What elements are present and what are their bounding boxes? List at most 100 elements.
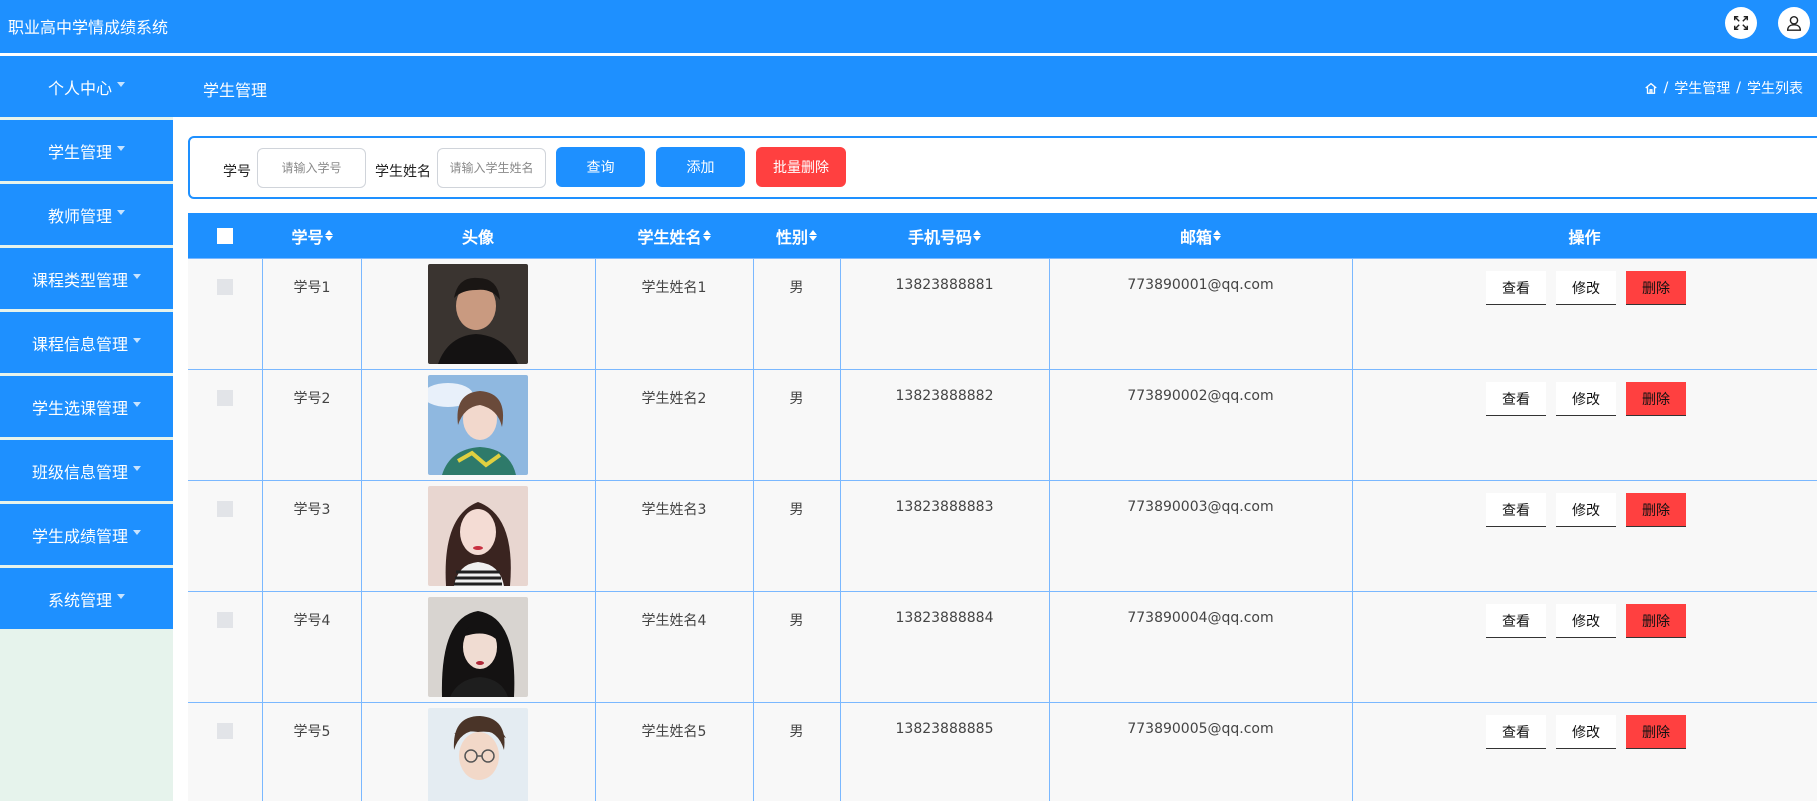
edit-button[interactable]: 修改 [1556,271,1616,305]
student-table: 学号 头像 学生姓名 性别 手机号码 邮箱 操作 学号1 学生姓名1 男 138… [188,213,1817,801]
email-cell: 773890002@qq.com [1127,388,1274,404]
view-button[interactable]: 查看 [1486,382,1546,416]
caret-down-icon [133,274,141,279]
avatar [428,375,528,475]
email-cell: 773890005@qq.com [1127,721,1274,737]
caret-down-icon [117,594,125,599]
view-button[interactable]: 查看 [1486,493,1546,527]
sidebar-item-grade-management[interactable]: 学生成绩管理 [0,504,173,565]
delete-button[interactable]: 删除 [1626,271,1686,305]
breadcrumb-bar: 学生管理 / 学生管理 / 学生列表 [173,56,1817,117]
view-button[interactable]: 查看 [1486,271,1546,305]
student-no-cell: 学号2 [293,391,331,407]
column-header-gender[interactable]: 性别 [753,213,840,258]
caret-down-icon [133,530,141,535]
sidebar-item-label: 课程类型管理 [31,270,128,290]
edit-button[interactable]: 修改 [1556,493,1616,527]
column-header-email[interactable]: 邮箱 [1049,213,1352,258]
phone-cell: 13823888882 [895,388,994,404]
student-no-cell: 学号5 [293,724,331,740]
add-button[interactable]: 添加 [656,147,745,187]
email-cell: 773890001@qq.com [1127,277,1274,293]
caret-down-icon [117,82,125,87]
sidebar-item-student-management[interactable]: 学生管理 [0,120,173,181]
query-button[interactable]: 查询 [556,147,645,187]
row-checkbox[interactable] [217,279,233,295]
column-divider [840,258,841,801]
avatar [428,708,528,801]
batch-delete-button[interactable]: 批量删除 [756,147,846,187]
delete-button[interactable]: 删除 [1626,715,1686,749]
column-header-student-name[interactable]: 学生姓名 [595,213,753,258]
sidebar-item-course-selection-management[interactable]: 学生选课管理 [0,376,173,437]
sidebar-item-label: 学生选课管理 [31,398,128,418]
select-all-checkbox[interactable] [217,228,233,244]
sidebar-item-class-info-management[interactable]: 班级信息管理 [0,440,173,501]
student-name-label: 学生姓名 [375,164,431,180]
caret-down-icon [133,338,141,343]
column-header-label: 头像 [461,227,494,247]
table-row: 学号5 学生姓名5 男 13823888885 773890005@qq.com… [188,702,1817,801]
student-no-input[interactable] [257,148,366,188]
column-header-label: 操作 [1568,227,1601,247]
caret-down-icon [133,466,141,471]
app-title: 职业高中学情成绩系统 [8,18,169,37]
sort-icon[interactable] [324,230,333,241]
table-row: 学号1 学生姓名1 男 13823888881 773890001@qq.com… [188,258,1817,369]
column-header-student-no[interactable]: 学号 [262,213,362,258]
student-no-label: 学号 [223,164,251,180]
phone-cell: 13823888883 [895,499,994,515]
sidebar-item-label: 学生管理 [47,142,112,162]
sidebar-item-system-management[interactable]: 系统管理 [0,568,173,629]
sidebar-item-label: 课程信息管理 [31,334,128,354]
student-name-input[interactable] [437,148,546,188]
fullscreen-icon[interactable] [1725,7,1757,39]
column-divider [262,258,263,801]
column-header-label: 手机号码 [907,227,972,247]
caret-down-icon [117,210,125,215]
column-header-phone[interactable]: 手机号码 [840,213,1049,258]
delete-button[interactable]: 删除 [1626,382,1686,416]
delete-button[interactable]: 删除 [1626,604,1686,638]
email-cell: 773890003@qq.com [1127,499,1274,515]
caret-down-icon [133,402,141,407]
sidebar-item-course-type-management[interactable]: 课程类型管理 [0,248,173,309]
sidebar-item-teacher-management[interactable]: 教师管理 [0,184,173,245]
home-icon[interactable] [1644,81,1658,95]
edit-button[interactable]: 修改 [1556,715,1616,749]
sort-icon[interactable] [1213,230,1221,241]
view-button[interactable]: 查看 [1486,715,1546,749]
edit-button[interactable]: 修改 [1556,604,1616,638]
row-checkbox[interactable] [217,612,233,628]
row-checkbox[interactable] [217,390,233,406]
column-divider [753,258,754,801]
column-header-label: 学生姓名 [637,227,702,247]
sidebar-item-course-info-management[interactable]: 课程信息管理 [0,312,173,373]
sort-icon[interactable] [702,230,711,241]
sidebar-item-label: 系统管理 [47,590,112,610]
sort-icon[interactable] [809,230,817,241]
search-panel: 学号 学生姓名 查询 添加 批量删除 [188,136,1817,199]
column-header-label: 性别 [775,227,808,247]
row-checkbox[interactable] [217,501,233,517]
email-cell: 773890004@qq.com [1127,610,1274,626]
avatar [428,597,528,697]
gender-cell: 男 [789,391,804,407]
column-header-actions: 操作 [1352,213,1817,258]
row-checkbox[interactable] [217,723,233,739]
caret-down-icon [117,146,125,151]
edit-button[interactable]: 修改 [1556,382,1616,416]
table-row: 学号2 学生姓名2 男 13823888882 773890002@qq.com… [188,369,1817,480]
student-name-cell: 学生姓名3 [641,502,707,518]
view-button[interactable]: 查看 [1486,604,1546,638]
phone-cell: 13823888881 [895,277,994,293]
gender-cell: 男 [789,502,804,518]
sidebar-item-label: 教师管理 [47,206,112,226]
table-row: 学号4 学生姓名4 男 13823888884 773890004@qq.com… [188,591,1817,702]
delete-button[interactable]: 删除 [1626,493,1686,527]
breadcrumb-item-student-management[interactable]: 学生管理 [1674,78,1730,98]
user-icon[interactable] [1778,7,1810,39]
sidebar-item-personal-center[interactable]: 个人中心 [0,56,173,117]
sort-icon[interactable] [973,230,981,241]
column-divider [1049,258,1050,801]
